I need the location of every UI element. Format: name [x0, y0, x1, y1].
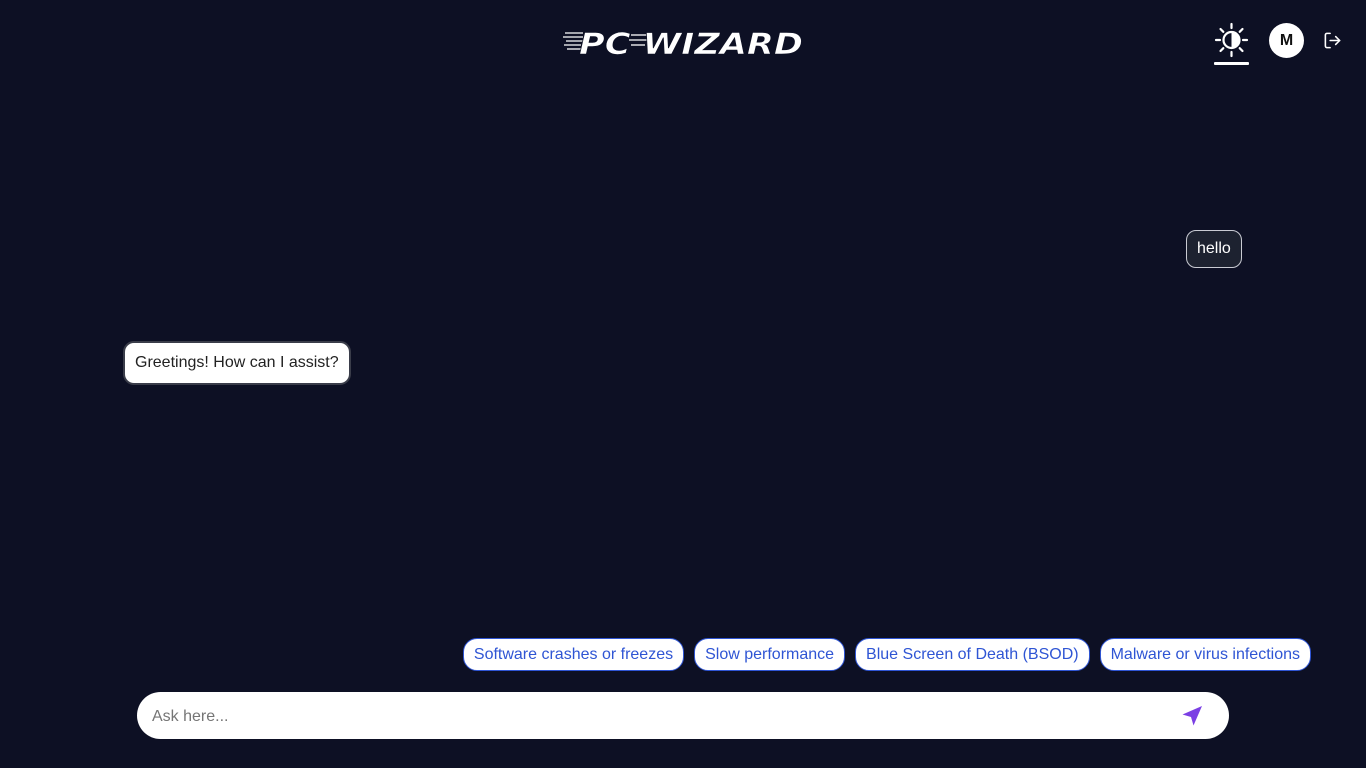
logo-text: PC WIZARD — [579, 27, 803, 58]
avatar-initial: M — [1279, 31, 1294, 49]
suggestion-chip-slow-performance[interactable]: Slow performance — [694, 638, 846, 671]
pc-wizard-logo: PC WIZARD — [563, 26, 807, 58]
user-message-text: hello — [1197, 240, 1231, 257]
suggestion-chips: Software crashes or freezes Slow perform… — [462, 638, 1311, 671]
chat-input[interactable] — [150, 692, 1164, 741]
logout-icon — [1324, 32, 1341, 49]
sun-moon-icon — [1214, 22, 1249, 58]
suggestion-chip-bsod[interactable]: Blue Screen of Death (BSOD) — [855, 638, 1090, 671]
assistant-message-bubble: Greetings! How can I assist? — [123, 341, 351, 385]
user-avatar[interactable]: M — [1269, 23, 1304, 58]
chat-page: PC WIZARD M hello Greetings! How can I a… — [0, 0, 1366, 768]
user-message-bubble: hello — [1186, 230, 1242, 268]
send-icon — [1182, 706, 1202, 726]
theme-toggle-button[interactable] — [1214, 22, 1249, 65]
active-indicator — [1214, 62, 1249, 65]
suggestion-chip-software-crashes[interactable]: Software crashes or freezes — [462, 638, 685, 671]
assistant-message-text: Greetings! How can I assist? — [135, 354, 339, 371]
suggestion-chip-malware[interactable]: Malware or virus infections — [1099, 638, 1311, 671]
chat-input-bar — [137, 692, 1229, 741]
logout-button[interactable] — [1323, 31, 1342, 50]
send-button[interactable] — [1180, 704, 1204, 728]
